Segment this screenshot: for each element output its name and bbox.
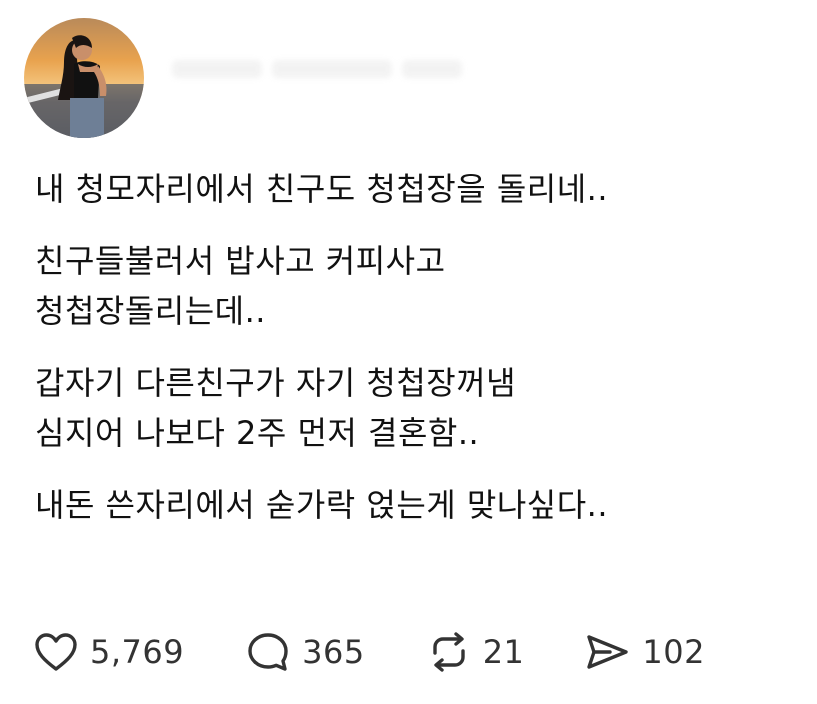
action-bar: 5,769 365 21 102	[34, 626, 771, 678]
like-button[interactable]: 5,769	[34, 632, 184, 672]
comment-button[interactable]: 365	[246, 631, 365, 673]
post-text-line: 내돈 쓴자리에서 숟가락 얹는게 맞나싶다..	[35, 486, 609, 524]
post-text-line: 친구들불러서 밥사고 커피사고	[35, 242, 446, 280]
post-paragraph: 친구들불러서 밥사고 커피사고 청첩장돌리는데..	[35, 236, 795, 336]
post-header	[24, 18, 472, 138]
comment-count: 365	[302, 633, 365, 671]
share-count: 102	[642, 633, 705, 671]
repost-button[interactable]: 21	[427, 631, 525, 673]
post-text-line: 심지어 나보다 2주 먼저 결혼함..	[35, 414, 480, 452]
post-body: 내 청모자리에서 친구도 청첩장을 돌리네.. 친구들불러서 밥사고 커피사고 …	[35, 164, 795, 552]
avatar[interactable]	[24, 18, 144, 138]
share-button[interactable]: 102	[584, 632, 705, 672]
post-text-line: 갑자기 다른친구가 자기 청첩장꺼냄	[35, 364, 517, 402]
username-redacted	[172, 58, 472, 98]
repost-count: 21	[482, 633, 525, 671]
repost-icon	[432, 632, 465, 672]
send-icon	[587, 635, 629, 669]
post-paragraph: 내 청모자리에서 친구도 청첩장을 돌리네..	[35, 164, 795, 214]
heart-icon	[35, 633, 77, 671]
post-paragraph: 내돈 쓴자리에서 숟가락 얹는게 맞나싶다..	[35, 480, 795, 530]
post-text-line: 내 청모자리에서 친구도 청첩장을 돌리네..	[35, 170, 609, 208]
post-paragraph: 갑자기 다른친구가 자기 청첩장꺼냄 심지어 나보다 2주 먼저 결혼함..	[35, 358, 795, 458]
speech-bubble-icon	[248, 633, 288, 671]
like-count: 5,769	[90, 633, 185, 671]
post-text-line: 청첩장돌리는데..	[35, 292, 266, 330]
avatar-image	[24, 18, 144, 138]
post-card: 내 청모자리에서 친구도 청첩장을 돌리네.. 친구들불러서 밥사고 커피사고 …	[0, 0, 817, 704]
